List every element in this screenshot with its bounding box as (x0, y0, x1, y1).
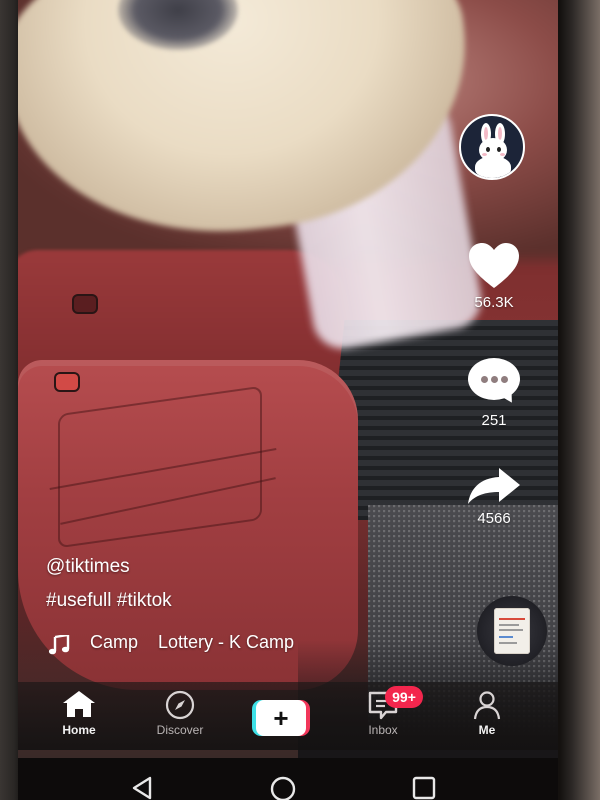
create-button[interactable]: + (252, 700, 310, 736)
tab-home-label: Home (62, 723, 96, 737)
like-count: 56.3K (474, 294, 514, 311)
comment-icon (468, 358, 520, 407)
video-caption: @tiktimes #usefull #tiktok Camp Lottery … (46, 556, 426, 658)
tab-home[interactable]: Home (34, 690, 124, 737)
video-seatbelt-buckle (74, 296, 96, 312)
home-circle-icon[interactable] (270, 776, 296, 800)
bottom-tab-bar: Home Discover + Inbox Me (18, 682, 558, 750)
music-info[interactable]: Camp Lottery - K Camp (46, 632, 426, 658)
creator-username[interactable]: @tiktimes (46, 556, 426, 578)
music-title: Camp Lottery - K Camp (90, 632, 295, 652)
phone-frame: 56.3K 251 4566 @tiktimes #usefull #tikto… (0, 0, 600, 800)
share-arrow-icon (468, 468, 520, 504)
comment-button[interactable]: 251 (454, 358, 534, 429)
share-count: 4566 (477, 510, 511, 527)
music-note-icon (48, 635, 70, 655)
share-button[interactable]: 4566 (454, 466, 534, 527)
plus-icon: + (256, 700, 306, 736)
back-icon[interactable] (130, 776, 154, 800)
music-title-marquee: Camp Lottery - K Camp (90, 632, 304, 653)
comment-count: 251 (481, 412, 507, 429)
home-icon (63, 691, 95, 717)
tab-me[interactable]: Me (442, 690, 532, 737)
phone-screen: 56.3K 251 4566 @tiktimes #usefull #tikto… (18, 0, 558, 758)
tab-discover[interactable]: Discover (135, 690, 225, 737)
video-hashtags[interactable]: #usefull #tiktok (46, 590, 426, 612)
recent-apps-icon[interactable] (412, 776, 436, 800)
creator-avatar[interactable] (459, 114, 525, 180)
android-navigation-bar (18, 758, 558, 800)
video-seatbelt-buckle (56, 374, 78, 390)
album-cover-icon (494, 608, 530, 654)
profile-icon (473, 691, 501, 720)
tab-discover-label: Discover (156, 723, 204, 737)
inbox-notification-badge: 99+ (385, 686, 423, 708)
music-disc[interactable] (477, 596, 547, 666)
like-button[interactable]: 56.3K (454, 242, 534, 311)
video-seat-panel (58, 385, 262, 549)
heart-icon (469, 243, 519, 288)
compass-icon (165, 690, 195, 720)
tab-inbox-label: Inbox (368, 723, 398, 737)
tab-me-label: Me (478, 723, 496, 737)
